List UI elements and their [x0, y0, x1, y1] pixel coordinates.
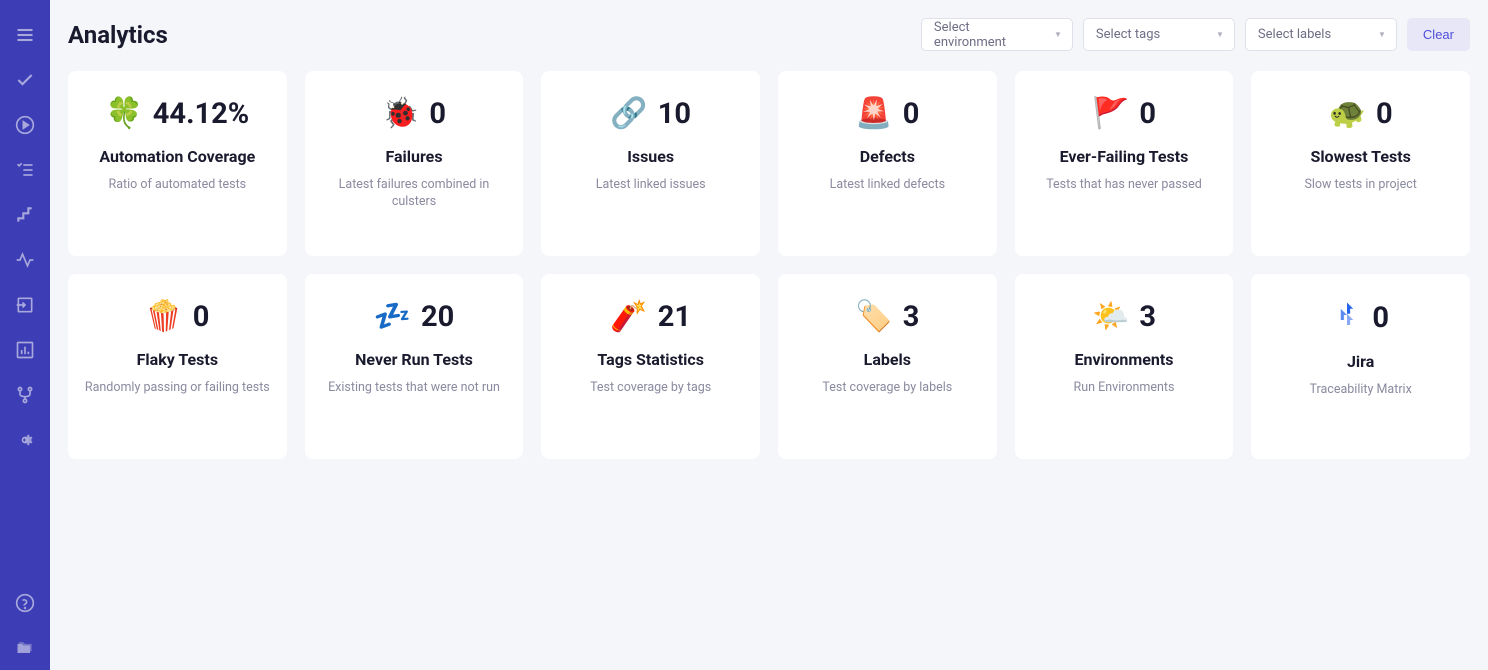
- card-title: Issues: [627, 147, 674, 168]
- card-value: 0: [1372, 301, 1389, 335]
- card-title: Defects: [860, 147, 915, 168]
- card-desc: Ratio of automated tests: [109, 176, 247, 194]
- card-desc: Existing tests that were not run: [328, 379, 500, 397]
- checklist-icon[interactable]: [0, 147, 50, 192]
- card-value: 10: [658, 97, 691, 131]
- environment-select[interactable]: Select environment: [921, 18, 1073, 51]
- card-desc: Latest linked defects: [830, 176, 945, 194]
- siren-icon: 🚨: [855, 99, 892, 129]
- card-value: 0: [903, 97, 920, 131]
- card-defects[interactable]: 🚨 0 Defects Latest linked defects: [778, 71, 997, 256]
- card-labels[interactable]: 🏷️ 3 Labels Test coverage by labels: [778, 274, 997, 459]
- folder-icon[interactable]: [0, 625, 50, 670]
- card-title: Tags Statistics: [597, 350, 704, 371]
- card-title: Never Run Tests: [355, 350, 473, 371]
- card-title: Automation Coverage: [99, 147, 255, 168]
- menu-icon[interactable]: [0, 12, 50, 57]
- gear-icon[interactable]: [0, 417, 50, 462]
- card-value: 0: [429, 97, 446, 131]
- labels-select-label: Select labels: [1258, 27, 1331, 42]
- card-never-run[interactable]: 💤 20 Never Run Tests Existing tests that…: [305, 274, 524, 459]
- card-value: 0: [1139, 97, 1156, 131]
- card-automation-coverage[interactable]: 🍀 44.12% Automation Coverage Ratio of au…: [68, 71, 287, 256]
- card-environments[interactable]: 🌤️ 3 Environments Run Environments: [1015, 274, 1234, 459]
- card-jira[interactable]: 0 Jira Traceability Matrix: [1251, 274, 1470, 459]
- clear-button[interactable]: Clear: [1407, 18, 1470, 51]
- card-desc: Latest failures combined in culsters: [321, 176, 508, 211]
- steps-icon[interactable]: [0, 192, 50, 237]
- card-title: Slowest Tests: [1310, 147, 1410, 168]
- weather-icon: 🌤️: [1092, 302, 1129, 332]
- card-failures[interactable]: 🐞 0 Failures Latest failures combined in…: [305, 71, 524, 256]
- card-desc: Tests that has never passed: [1046, 176, 1202, 194]
- tags-select-label: Select tags: [1096, 27, 1160, 42]
- card-desc: Traceability Matrix: [1310, 381, 1412, 399]
- card-desc: Latest linked issues: [596, 176, 706, 194]
- card-tags-stats[interactable]: 🧨 21 Tags Statistics Test coverage by ta…: [541, 274, 760, 459]
- card-value: 3: [1139, 300, 1156, 334]
- card-desc: Slow tests in project: [1304, 176, 1416, 194]
- page-title: Analytics: [68, 21, 168, 49]
- cards-grid: 🍀 44.12% Automation Coverage Ratio of au…: [68, 71, 1470, 459]
- ladybug-icon: 🐞: [382, 99, 419, 129]
- filter-bar: Select environment Select tags Select la…: [921, 18, 1470, 51]
- branch-icon[interactable]: [0, 372, 50, 417]
- tags-select[interactable]: Select tags: [1083, 18, 1235, 51]
- card-value: 44.12%: [153, 97, 249, 131]
- header: Analytics Select environment Select tags…: [68, 18, 1470, 51]
- card-title: Labels: [864, 350, 911, 371]
- environment-select-label: Select environment: [934, 20, 1044, 50]
- jira-icon: [1332, 300, 1362, 336]
- clover-icon: 🍀: [105, 99, 142, 129]
- card-value: 3: [903, 300, 920, 334]
- card-desc: Randomly passing or failing tests: [85, 379, 270, 397]
- flag-icon: 🚩: [1092, 99, 1129, 129]
- card-flaky[interactable]: 🍿 0 Flaky Tests Randomly passing or fail…: [68, 274, 287, 459]
- card-desc: Test coverage by tags: [590, 379, 711, 397]
- help-icon[interactable]: [0, 580, 50, 625]
- card-issues[interactable]: 🔗 10 Issues Latest linked issues: [541, 71, 760, 256]
- card-ever-failing[interactable]: 🚩 0 Ever-Failing Tests Tests that has ne…: [1015, 71, 1234, 256]
- card-title: Jira: [1347, 352, 1374, 373]
- main-content: Analytics Select environment Select tags…: [50, 0, 1488, 670]
- sidebar: [0, 0, 50, 670]
- labels-select[interactable]: Select labels: [1245, 18, 1397, 51]
- chart-icon[interactable]: [0, 327, 50, 372]
- firecracker-icon: 🧨: [610, 302, 647, 332]
- check-icon[interactable]: [0, 57, 50, 102]
- pulse-icon[interactable]: [0, 237, 50, 282]
- popcorn-icon: 🍿: [145, 302, 182, 332]
- card-title: Failures: [385, 147, 442, 168]
- card-title: Environments: [1074, 350, 1173, 371]
- card-desc: Test coverage by labels: [822, 379, 952, 397]
- zzz-icon: 💤: [374, 302, 411, 332]
- card-desc: Run Environments: [1074, 379, 1175, 397]
- tag-icon: 🏷️: [855, 302, 892, 332]
- play-circle-icon[interactable]: [0, 102, 50, 147]
- import-icon[interactable]: [0, 282, 50, 327]
- turtle-icon: 🐢: [1329, 99, 1366, 129]
- card-value: 0: [1376, 97, 1393, 131]
- card-title: Ever-Failing Tests: [1060, 147, 1189, 168]
- card-value: 21: [658, 300, 691, 334]
- card-slowest[interactable]: 🐢 0 Slowest Tests Slow tests in project: [1251, 71, 1470, 256]
- card-value: 20: [421, 300, 454, 334]
- card-title: Flaky Tests: [137, 350, 218, 371]
- link-icon: 🔗: [610, 99, 647, 129]
- card-value: 0: [193, 300, 210, 334]
